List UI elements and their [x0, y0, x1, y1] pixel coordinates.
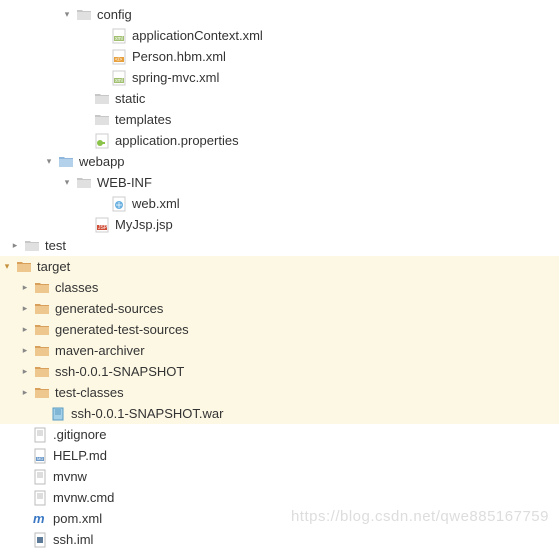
chevron-down-icon[interactable]: ▾: [60, 8, 74, 22]
xml-file-icon: [111, 196, 127, 212]
tree-label: config: [97, 7, 132, 22]
tree-label: templates: [115, 112, 171, 127]
tree-label: application.properties: [115, 133, 239, 148]
project-tree: ▾ config ▸ xml applicationContext.xml ▸ …: [0, 0, 559, 550]
chevron-down-icon[interactable]: ▾: [0, 260, 14, 274]
tree-row-sshwar[interactable]: ▸ ssh-0.0.1-SNAPSHOT.war: [0, 403, 559, 424]
tree-label: static: [115, 91, 145, 106]
svg-text:JSP: JSP: [98, 225, 108, 231]
tree-label: spring-mvc.xml: [132, 70, 219, 85]
markdown-file-icon: MD: [32, 448, 48, 464]
folder-icon: [94, 112, 110, 128]
chevron-right-icon[interactable]: ▸: [18, 302, 32, 316]
jsp-file-icon: JSP: [94, 217, 110, 233]
tree-row-springmvc[interactable]: ▸ xml spring-mvc.xml: [0, 67, 559, 88]
tree-label: classes: [55, 280, 98, 295]
xml-file-icon: </>: [111, 49, 127, 65]
folder-icon: [24, 238, 40, 254]
tree-row-config[interactable]: ▾ config: [0, 4, 559, 25]
tree-row-test[interactable]: ▸ test: [0, 235, 559, 256]
tree-label: generated-sources: [55, 301, 163, 316]
tree-row-webinf[interactable]: ▾ WEB-INF: [0, 172, 559, 193]
tree-row-target[interactable]: ▾ target: [0, 256, 559, 277]
folder-icon: [76, 175, 92, 191]
text-file-icon: [32, 469, 48, 485]
tree-row-generatedsources[interactable]: ▸ generated-sources: [0, 298, 559, 319]
tree-row-webxml[interactable]: ▸ web.xml: [0, 193, 559, 214]
tree-label: webapp: [79, 154, 125, 169]
tree-row-static[interactable]: ▸ static: [0, 88, 559, 109]
text-file-icon: [32, 490, 48, 506]
tree-row-sshsnapshot[interactable]: ▸ ssh-0.0.1-SNAPSHOT: [0, 361, 559, 382]
tree-row-webapp[interactable]: ▾ webapp: [0, 151, 559, 172]
chevron-down-icon[interactable]: ▾: [60, 176, 74, 190]
tree-row-applicationproperties[interactable]: ▸ application.properties: [0, 130, 559, 151]
tree-label: applicationContext.xml: [132, 28, 263, 43]
tree-label: .gitignore: [53, 427, 106, 442]
xml-file-icon: xml: [111, 28, 127, 44]
tree-row-generatedtestsources[interactable]: ▸ generated-test-sources: [0, 319, 559, 340]
xml-file-icon: xml: [111, 70, 127, 86]
folder-icon: [34, 301, 50, 317]
module-file-icon: [32, 532, 48, 548]
properties-file-icon: [94, 133, 110, 149]
svg-text:m: m: [33, 511, 45, 526]
tree-label: generated-test-sources: [55, 322, 189, 337]
tree-label: MyJsp.jsp: [115, 217, 173, 232]
svg-text:xml: xml: [115, 36, 123, 42]
tree-row-classes[interactable]: ▸ classes: [0, 277, 559, 298]
tree-label: web.xml: [132, 196, 180, 211]
tree-row-templates[interactable]: ▸ templates: [0, 109, 559, 130]
svg-text:MD: MD: [37, 456, 43, 461]
tree-label: ssh-0.0.1-SNAPSHOT.war: [71, 406, 223, 421]
folder-icon: [34, 343, 50, 359]
chevron-right-icon[interactable]: ▸: [18, 281, 32, 295]
folder-icon: [34, 322, 50, 338]
folder-icon: [58, 154, 74, 170]
chevron-right-icon[interactable]: ▸: [18, 386, 32, 400]
tree-row-mavenarchiver[interactable]: ▸ maven-archiver: [0, 340, 559, 361]
tree-label: test-classes: [55, 385, 124, 400]
text-file-icon: [32, 427, 48, 443]
svg-text:xml: xml: [115, 78, 123, 84]
tree-row-personhbm[interactable]: ▸ </> Person.hbm.xml: [0, 46, 559, 67]
folder-icon: [34, 280, 50, 296]
chevron-down-icon[interactable]: ▾: [42, 155, 56, 169]
tree-row-mvnw[interactable]: ▸ mvnw: [0, 466, 559, 487]
tree-row-helpmd[interactable]: ▸ MD HELP.md: [0, 445, 559, 466]
chevron-right-icon[interactable]: ▸: [18, 344, 32, 358]
folder-icon: [94, 91, 110, 107]
tree-row-myjsp[interactable]: ▸ JSP MyJsp.jsp: [0, 214, 559, 235]
svg-text:</>: </>: [115, 57, 122, 63]
tree-row-pomxml[interactable]: ▸ m pom.xml: [0, 508, 559, 529]
tree-row-sshiml[interactable]: ▸ ssh.iml: [0, 529, 559, 550]
folder-icon: [16, 259, 32, 275]
tree-label: pom.xml: [53, 511, 102, 526]
folder-icon: [76, 7, 92, 23]
tree-label: ssh-0.0.1-SNAPSHOT: [55, 364, 184, 379]
tree-row-gitignore[interactable]: ▸ .gitignore: [0, 424, 559, 445]
tree-row-testclasses[interactable]: ▸ test-classes: [0, 382, 559, 403]
archive-file-icon: [50, 406, 66, 422]
tree-row-mvnwcmd[interactable]: ▸ mvnw.cmd: [0, 487, 559, 508]
chevron-right-icon[interactable]: ▸: [8, 239, 22, 253]
tree-row-applicationcontext[interactable]: ▸ xml applicationContext.xml: [0, 25, 559, 46]
tree-label: Person.hbm.xml: [132, 49, 226, 64]
chevron-right-icon[interactable]: ▸: [18, 365, 32, 379]
tree-label: mvnw.cmd: [53, 490, 114, 505]
tree-label: mvnw: [53, 469, 87, 484]
tree-label: WEB-INF: [97, 175, 152, 190]
tree-label: test: [45, 238, 66, 253]
tree-label: HELP.md: [53, 448, 107, 463]
folder-icon: [34, 385, 50, 401]
folder-icon: [34, 364, 50, 380]
chevron-right-icon[interactable]: ▸: [18, 323, 32, 337]
tree-label: target: [37, 259, 70, 274]
tree-label: maven-archiver: [55, 343, 145, 358]
maven-file-icon: m: [32, 511, 48, 527]
